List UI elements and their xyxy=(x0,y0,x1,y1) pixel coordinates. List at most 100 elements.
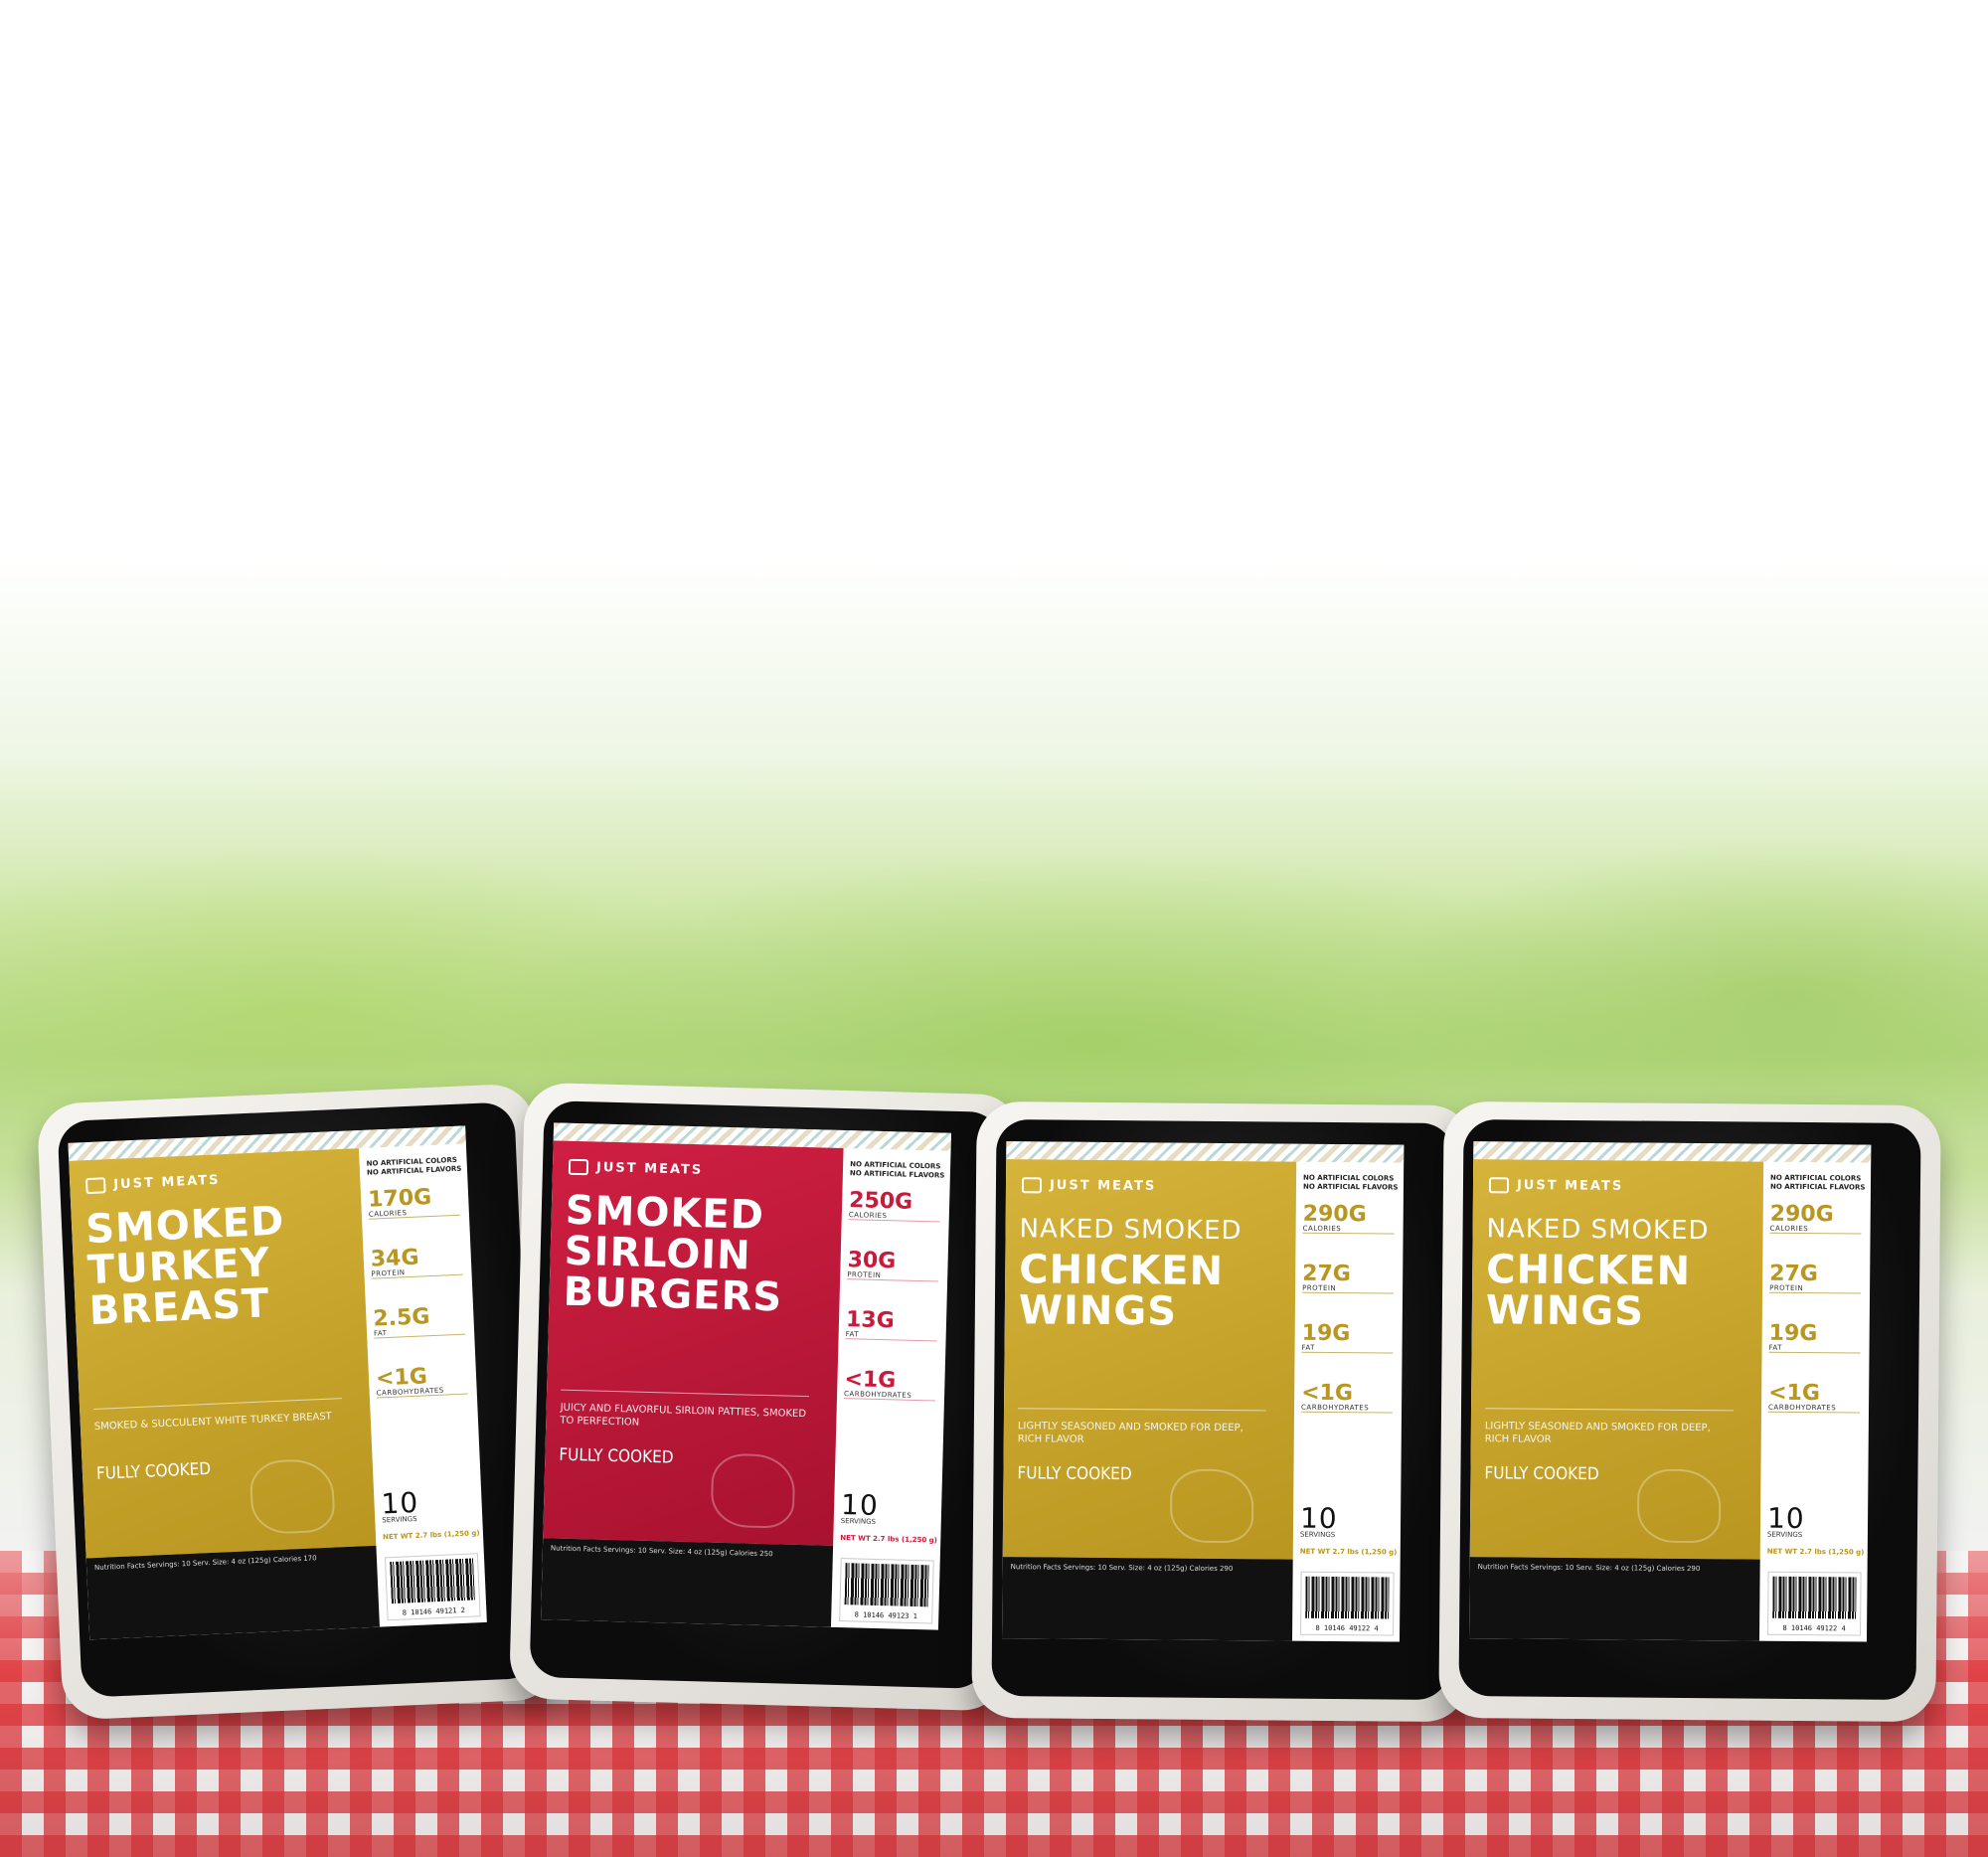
stat-carbs: <1G CARBOHYDRATES xyxy=(843,1367,936,1402)
claim: NO ARTIFICIAL FLAVORS xyxy=(1769,1182,1866,1192)
brand-name: JUST MEATS xyxy=(84,1172,221,1195)
title-line: CHICKEN xyxy=(1019,1247,1225,1295)
servings-label: SERVINGS xyxy=(382,1514,417,1525)
net-weight: NET WT 2.7 lbs (1,250 g) xyxy=(1766,1547,1865,1557)
stat-value: <1G xyxy=(1768,1380,1821,1407)
stat-protein: 27G PROTEIN xyxy=(1769,1261,1862,1294)
servings: 10 SERVINGS xyxy=(1767,1502,1805,1539)
brand-name: JUST MEATS xyxy=(1488,1177,1624,1194)
product-label: JUST MEATS SMOKED SIRLOIN BURGERS JUICY … xyxy=(541,1122,952,1630)
divider xyxy=(561,1389,810,1398)
stat-calories: 170G CALORIES xyxy=(367,1183,460,1220)
stat-label: CARBOHYDRATES xyxy=(843,1390,912,1400)
title-line: NAKED SMOKED xyxy=(1486,1214,1710,1247)
stat-value: 290G xyxy=(1302,1201,1367,1228)
servings: 10 SERVINGS xyxy=(381,1486,419,1525)
claims: NO ARTIFICIAL COLORS NO ARTIFICIAL FLAVO… xyxy=(1303,1174,1399,1193)
claims: NO ARTIFICIAL COLORS NO ARTIFICIAL FLAVO… xyxy=(366,1156,461,1178)
product-description: SMOKED & SUCCULENT WHITE TURKEY BREAST xyxy=(93,1411,333,1433)
nutrition-facts: Nutrition Facts Servings: 10 Serv. Size:… xyxy=(85,1545,380,1640)
stat-value: 19G xyxy=(1301,1320,1351,1347)
title-line: WINGS xyxy=(1485,1287,1645,1335)
stat-value: 290G xyxy=(1769,1201,1834,1228)
claims: NO ARTIFICIAL COLORS NO ARTIFICIAL FLAVO… xyxy=(850,1160,945,1180)
product-description: LIGHTLY SEASONED AND SMOKED FOR DEEP, RI… xyxy=(1017,1421,1243,1445)
brand-logo-icon xyxy=(1488,1177,1510,1194)
product-description: LIGHTLY SEASONED AND SMOKED FOR DEEP, RI… xyxy=(1484,1421,1711,1445)
stat-carbs: <1G CARBOHYDRATES xyxy=(1300,1380,1394,1414)
fully-cooked-text: FULLY COOKED xyxy=(559,1444,674,1468)
title-line: NAKED SMOKED xyxy=(1019,1214,1242,1247)
label-front-panel: JUST MEATS NAKED SMOKED CHICKEN WINGS LI… xyxy=(1469,1159,1764,1560)
stat-carbs: <1G CARBOHYDRATES xyxy=(375,1362,468,1399)
stat-calories: 290G CALORIES xyxy=(1302,1201,1395,1235)
brand-text: JUST MEATS xyxy=(595,1159,704,1178)
nutrition-facts: Nutrition Facts Servings: 10 Serv. Size:… xyxy=(1469,1557,1760,1641)
title-line: WINGS xyxy=(1018,1287,1178,1335)
stat-label: CARBOHYDRATES xyxy=(1768,1403,1837,1413)
barcode-number: 8 10146 49123 1 xyxy=(854,1610,917,1621)
barcode-number: 8 10146 49121 2 xyxy=(402,1605,466,1617)
nutrition-side-panel: NO ARTIFICIAL COLORS NO ARTIFICIAL FLAVO… xyxy=(1296,1162,1404,1561)
servings-label: SERVINGS xyxy=(840,1517,877,1526)
brand-logo-icon xyxy=(568,1158,589,1176)
stat-calories: 290G CALORIES xyxy=(1769,1201,1862,1235)
brand-name: JUST MEATS xyxy=(568,1158,704,1179)
stat-protein: 27G PROTEIN xyxy=(1302,1261,1395,1294)
barcode-bars-icon xyxy=(844,1563,929,1607)
bull-illustration-icon xyxy=(710,1452,796,1529)
nutrition-facts: Nutrition Facts Servings: 10 Serv. Size:… xyxy=(1002,1557,1293,1641)
brand-logo-icon xyxy=(1021,1177,1043,1194)
product-title: NAKED SMOKED CHICKEN WINGS xyxy=(1018,1209,1288,1335)
stat-value: <1G xyxy=(1301,1380,1354,1407)
brand-text: JUST MEATS xyxy=(1049,1177,1157,1194)
barcode-number: 8 10146 49122 4 xyxy=(1315,1623,1379,1633)
product-tray-wings: JUST MEATS NAKED SMOKED CHICKEN WINGS LI… xyxy=(971,1100,1474,1723)
brand-logo-icon xyxy=(84,1177,106,1195)
stat-label: CARBOHYDRATES xyxy=(1301,1403,1370,1413)
fully-cooked-text: FULLY COOKED xyxy=(1484,1463,1599,1485)
servings: 10 SERVINGS xyxy=(1300,1502,1338,1539)
title-line: CHICKEN xyxy=(1486,1247,1692,1295)
net-weight: NET WT 2.7 lbs (1,250 g) xyxy=(382,1529,480,1542)
fully-cooked-text: FULLY COOKED xyxy=(1017,1463,1132,1485)
fully-cooked-text: FULLY COOKED xyxy=(95,1458,212,1484)
claim: NO ARTIFICIAL FLAVORS xyxy=(849,1169,945,1180)
brand-text: JUST MEATS xyxy=(1516,1177,1624,1194)
title-line: BREAST xyxy=(87,1280,271,1335)
barcode-bars-icon xyxy=(1772,1576,1857,1619)
product-title: SMOKED SIRLOIN BURGERS xyxy=(563,1188,834,1321)
title-line: BURGERS xyxy=(563,1268,783,1321)
product-tray-turkey: JUST MEATS SMOKED TURKEY BREAST SMOKED &… xyxy=(36,1083,561,1721)
barcode-bars-icon xyxy=(1305,1576,1390,1619)
product-description: JUICY AND FLAVORFUL SIRLOIN PATTIES, SMO… xyxy=(560,1402,807,1429)
stat-fat: 2.5G FAT xyxy=(372,1302,466,1339)
stat-value: 19G xyxy=(1768,1320,1818,1347)
product-tray-wings-2: JUST MEATS NAKED SMOKED CHICKEN WINGS LI… xyxy=(1438,1100,1941,1723)
stat-fat: 19G FAT xyxy=(1301,1320,1394,1354)
barcode: 8 10146 49122 4 xyxy=(1300,1571,1395,1636)
stat-protein: 34G PROTEIN xyxy=(370,1243,463,1279)
servings-label: SERVINGS xyxy=(1299,1530,1336,1539)
barcode: 8 10146 49123 1 xyxy=(839,1558,934,1624)
barcode-number: 8 10146 49122 4 xyxy=(1782,1623,1846,1633)
barcode: 8 10146 49122 4 xyxy=(1767,1571,1862,1636)
barcode: 8 10146 49121 2 xyxy=(384,1553,481,1621)
nutrition-side-panel: NO ARTIFICIAL COLORS NO ARTIFICIAL FLAVO… xyxy=(362,1143,483,1545)
net-weight: NET WT 2.7 lbs (1,250 g) xyxy=(840,1534,938,1545)
product-title: SMOKED TURKEY BREAST xyxy=(84,1198,358,1335)
claims: NO ARTIFICIAL COLORS NO ARTIFICIAL FLAVO… xyxy=(1770,1174,1866,1193)
picnic-background: JUST MEATS SMOKED TURKEY BREAST SMOKED &… xyxy=(0,0,1988,1857)
net-weight: NET WT 2.7 lbs (1,250 g) xyxy=(1299,1547,1398,1557)
stat-fat: 13G FAT xyxy=(845,1307,938,1342)
divider xyxy=(1018,1408,1267,1412)
chicken-illustration-icon xyxy=(1169,1468,1254,1544)
product-tray-burgers: JUST MEATS SMOKED SIRLOIN BURGERS JUICY … xyxy=(508,1082,1023,1712)
label-front-panel: JUST MEATS SMOKED SIRLOIN BURGERS JUICY … xyxy=(543,1140,844,1546)
barcode-bars-icon xyxy=(390,1558,475,1604)
stat-value: 13G xyxy=(845,1307,896,1334)
turkey-illustration-icon xyxy=(248,1457,336,1536)
brand-name: JUST MEATS xyxy=(1021,1177,1157,1194)
nutrition-side-panel: NO ARTIFICIAL COLORS NO ARTIFICIAL FLAVO… xyxy=(1763,1162,1871,1561)
claim: NO ARTIFICIAL FLAVORS xyxy=(1302,1182,1399,1192)
